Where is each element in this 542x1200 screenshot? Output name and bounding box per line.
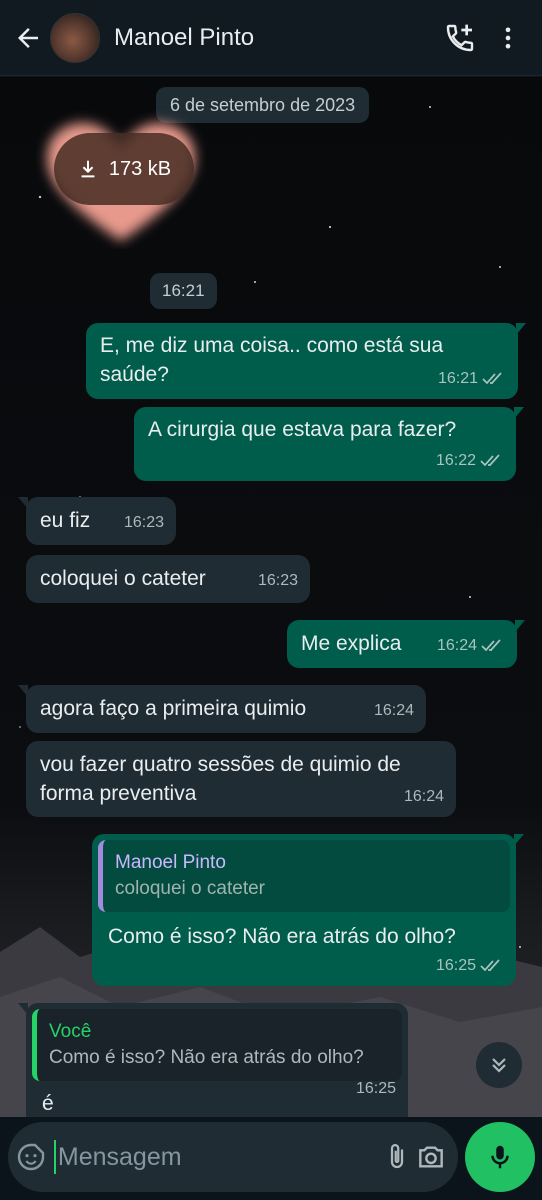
avatar[interactable] <box>50 12 100 63</box>
message-time: 16:21 <box>437 370 478 387</box>
quoted-author: Manoel Pinto <box>115 852 226 873</box>
message-composer <box>8 1122 458 1192</box>
system-nav-bar <box>0 1196 542 1200</box>
bubble-tail <box>18 685 28 697</box>
chat-header: Manoel Pinto <box>0 0 542 76</box>
media-download-button[interactable]: 173 kB <box>54 133 194 205</box>
quoted-message[interactable]: Você Como é isso? Não era atrás do olho? <box>32 1009 402 1081</box>
message-time: 16:24 <box>436 637 477 654</box>
message-bubble-incoming[interactable]: coloquei o cateter 16:23 <box>26 555 310 603</box>
message-meta: 16:22 <box>436 446 504 475</box>
paperclip-icon <box>390 1144 404 1169</box>
message-time: 16:24 <box>403 788 444 805</box>
message-meta: 16:23 <box>124 508 164 537</box>
message-bubble-incoming[interactable]: eu fiz 16:23 <box>18 497 176 545</box>
attach-button[interactable] <box>380 1129 414 1185</box>
message-meta: 16:23 <box>258 566 298 595</box>
bubble-tail <box>514 407 524 419</box>
download-icon <box>81 160 95 178</box>
quoted-author: Você <box>49 1021 92 1042</box>
message-meta: 16:24 <box>374 696 414 725</box>
chat-area[interactable]: 6 de setembro de 2023 173 kB 16:21 E, me… <box>0 77 542 1117</box>
emoji-sticker-button[interactable] <box>14 1129 48 1185</box>
double-check-icon <box>480 453 500 466</box>
microphone-icon <box>491 1145 509 1169</box>
bubble-tail <box>514 834 524 846</box>
message-meta: 16:24 <box>437 631 505 660</box>
message-time: 16:23 <box>123 514 164 531</box>
phone-plus-icon <box>446 24 474 51</box>
more-vert-icon <box>505 27 511 48</box>
contact-name[interactable]: Manoel Pinto <box>114 24 436 52</box>
quoted-text: Como é isso? Não era atrás do olho? <box>49 1047 364 1068</box>
message-meta: 16:24 <box>404 782 444 811</box>
camera-button[interactable] <box>414 1129 448 1185</box>
message-text: E, me diz uma coisa.. como está sua saúd… <box>100 334 444 386</box>
menu-button[interactable] <box>484 14 532 62</box>
add-call-button[interactable] <box>436 14 484 62</box>
quoted-message[interactable]: Manoel Pinto coloquei o cateter <box>98 840 510 912</box>
message-bubble-outgoing[interactable]: Me explica 16:24 <box>287 620 525 668</box>
sticker-smile-icon <box>17 1143 45 1171</box>
quoted-text: coloquei o cateter <box>115 878 265 899</box>
arrow-left-icon <box>18 27 38 48</box>
bubble-tail <box>18 1003 28 1015</box>
message-text: agora faço a primeira quimio <box>40 697 307 720</box>
message-meta: 16:21 <box>438 364 506 393</box>
message-bubble-outgoing[interactable]: A cirurgia que estava para fazer? 16:22 <box>134 407 524 481</box>
bubble-tail <box>515 620 525 632</box>
time-chip: 16:21 <box>150 273 217 309</box>
message-time: 16:22 <box>435 452 476 469</box>
scroll-to-bottom-button[interactable] <box>476 1042 522 1088</box>
message-time: 16:24 <box>373 702 414 719</box>
message-time: 16:25 <box>435 957 476 974</box>
message-bubble-outgoing[interactable]: E, me diz uma coisa.. como está sua saúd… <box>86 323 526 399</box>
message-bubble-incoming[interactable]: agora faço a primeira quimio 16:24 <box>18 685 426 733</box>
message-input[interactable] <box>55 1142 380 1172</box>
bubble-tail <box>18 497 28 509</box>
message-bubble-incoming[interactable]: Você Como é isso? Não era atrás do olho?… <box>18 1003 408 1117</box>
media-size: 173 kB <box>108 157 172 180</box>
double-check-icon <box>481 638 501 651</box>
voice-record-button[interactable] <box>465 1122 535 1192</box>
message-time: 16:23 <box>257 572 298 589</box>
message-bubble-outgoing[interactable]: Manoel Pinto coloquei o cateter Como é i… <box>92 834 524 986</box>
camera-icon <box>419 1146 443 1168</box>
back-button[interactable] <box>6 16 50 60</box>
double-check-icon <box>480 958 500 971</box>
message-text: A cirurgia que estava para fazer? <box>148 418 457 441</box>
double-chevron-down-icon <box>492 1058 506 1073</box>
bubble-tail <box>516 323 526 335</box>
message-text: Como é isso? Não era atrás do olho? <box>108 925 456 948</box>
message-meta: 16:25 <box>436 951 504 980</box>
message-meta: 16:25 <box>356 1074 396 1103</box>
double-check-icon <box>482 371 502 384</box>
message-time: 16:25 <box>355 1080 396 1097</box>
message-text: vou fazer quatro sessões de quimio de fo… <box>40 753 401 805</box>
message-bubble-incoming[interactable]: vou fazer quatro sessões de quimio de fo… <box>26 741 456 817</box>
message-text: é <box>42 1092 54 1115</box>
